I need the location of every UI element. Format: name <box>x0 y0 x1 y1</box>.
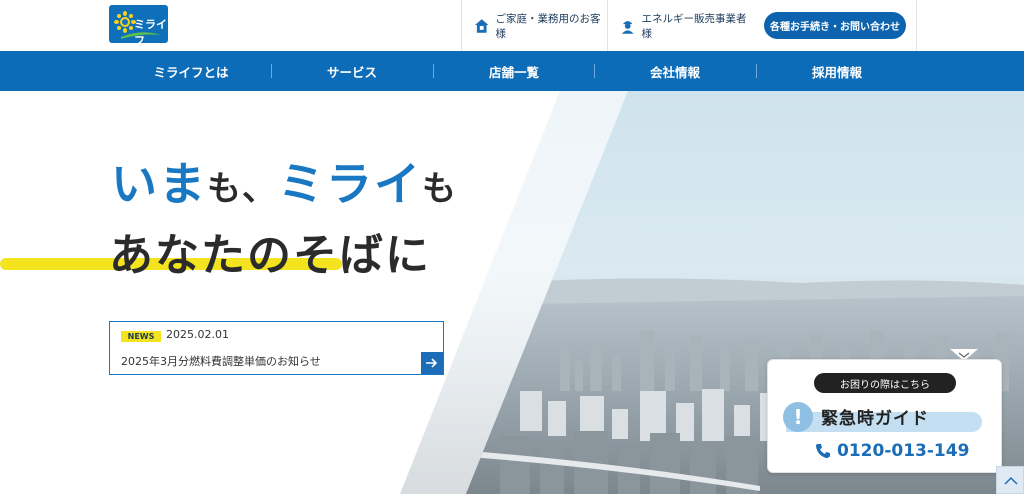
catch-mirai: ミライ <box>277 157 422 211</box>
news-date: 2025.02.01 <box>166 328 229 341</box>
nav-item-recruit[interactable]: 採用情報 <box>756 51 918 91</box>
catch-ima: いま <box>111 157 207 211</box>
nav-item-about[interactable]: ミライフとは <box>110 51 272 91</box>
leaf-icon <box>121 32 161 39</box>
home-customers-label: ご家庭・業務用のお客様 <box>495 12 601 40</box>
chevron-up-icon <box>1004 476 1018 485</box>
nav-item-company[interactable]: 会社情報 <box>594 51 756 91</box>
energy-dealers-link[interactable]: エネルギー販売事業者様 <box>607 0 753 51</box>
news-title[interactable]: 2025年3月分燃料費調整単価のお知らせ <box>121 353 321 369</box>
energy-dealers-label: エネルギー販売事業者様 <box>641 12 747 40</box>
house-icon <box>474 18 489 33</box>
emergency-title: 緊急時ガイド <box>821 409 929 429</box>
nav-item-stores[interactable]: 店舗一覧 <box>433 51 595 91</box>
scroll-top-button[interactable] <box>996 466 1024 494</box>
emergency-badge: お困りの際はこちら <box>814 373 956 393</box>
exclamation-icon: ! <box>783 402 813 432</box>
worker-icon <box>621 20 634 34</box>
global-nav: ミライフとは サービス 店舗一覧 会社情報 採用情報 <box>0 51 1024 91</box>
news-arrow-button[interactable] <box>421 352 443 374</box>
catch-mo1: も、 <box>207 169 278 209</box>
site-header: ミライフ ご家庭・業務用のお客様 エネルギー販売事業者様 各種お手続き・お問い合… <box>0 0 1024 51</box>
catch-mo2: も <box>421 169 458 209</box>
emergency-phone[interactable]: 0120-013-149 <box>815 441 969 461</box>
sunflower-icon <box>114 11 136 33</box>
emergency-phone-number: 0120-013-149 <box>837 441 970 461</box>
news-badge: NEWS <box>121 331 161 342</box>
hero-catchcopy-line1: いまも、ミライも <box>111 148 458 214</box>
emergency-guide-panel[interactable]: お困りの際はこちら ! 緊急時ガイド 0120-013-149 <box>767 359 1002 473</box>
hero-catchcopy-line2: あなたのそばに <box>109 230 431 281</box>
header-divider <box>916 0 917 51</box>
site-logo[interactable]: ミライフ <box>109 5 168 43</box>
contact-button[interactable]: 各種お手続き・お問い合わせ <box>764 12 906 39</box>
hero-catchcopy-line2-wrap: あなたのそばに <box>109 219 431 283</box>
nav-item-services[interactable]: サービス <box>271 51 433 91</box>
phone-icon <box>816 444 830 458</box>
arrow-right-icon <box>426 358 438 368</box>
news-box[interactable]: NEWS 2025.02.01 2025年3月分燃料費調整単価のお知らせ <box>109 321 444 375</box>
home-customers-link[interactable]: ご家庭・業務用のお客様 <box>461 0 607 51</box>
